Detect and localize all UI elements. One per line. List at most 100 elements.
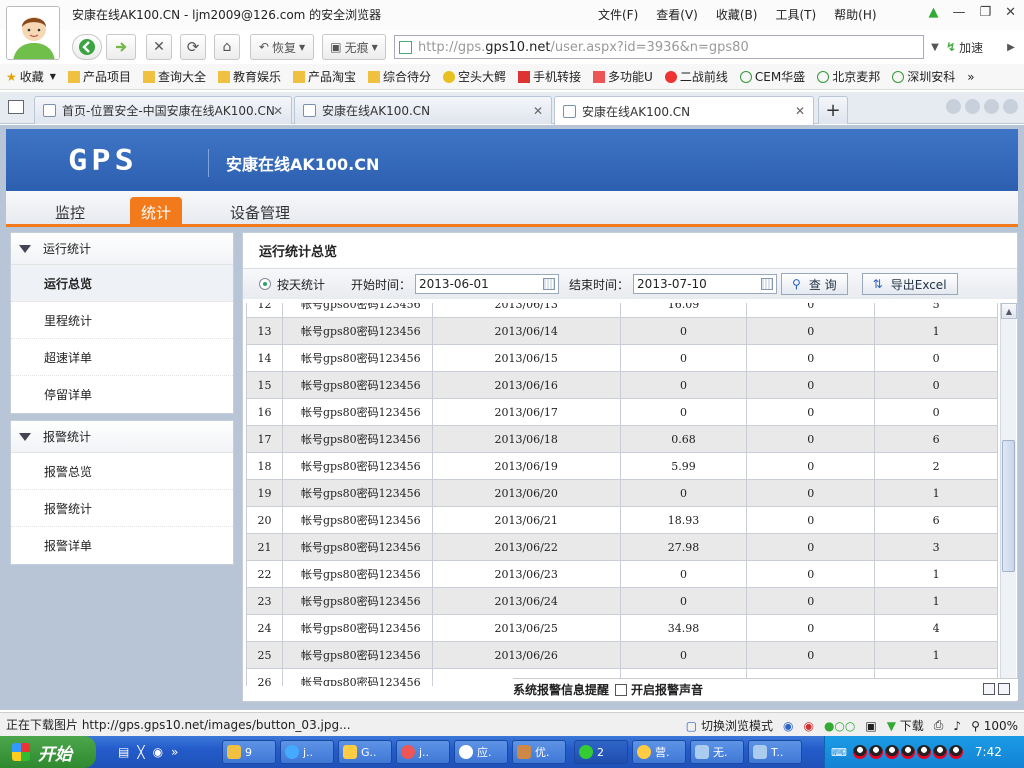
tab-menu-icon[interactable] — [984, 99, 999, 114]
screenshot-icon[interactable]: ▣ — [865, 719, 876, 733]
user-avatar[interactable] — [6, 6, 60, 60]
calendar-icon[interactable] — [761, 278, 774, 290]
maximize-button[interactable]: ❐ — [979, 5, 991, 20]
qq-icon[interactable] — [916, 745, 931, 759]
fav-item[interactable]: 二战前线 — [664, 68, 728, 85]
fav-item[interactable]: 教育娱乐 — [217, 68, 281, 85]
more-favorites-button[interactable]: » — [967, 70, 974, 84]
tab-right-icon[interactable] — [965, 99, 980, 114]
restore-button[interactable]: ↶ 恢复 ▼ — [250, 34, 314, 60]
qq-icon[interactable] — [852, 745, 867, 759]
taskbar-item[interactable]: 2 — [574, 740, 628, 764]
export-excel-button[interactable]: ⇅ 导出Excel — [861, 273, 958, 295]
fav-item[interactable]: 深圳安科 — [892, 68, 955, 85]
taskbar-item[interactable]: 9 — [222, 740, 276, 764]
tab-3[interactable]: 安康在线AK100.CN ✕ — [554, 96, 814, 125]
fav-item[interactable]: CEM华盛 — [739, 68, 805, 85]
fav-item[interactable]: 北京麦邦 — [817, 68, 880, 85]
keyboard-icon[interactable]: ⌨ — [831, 746, 847, 759]
switch-mode-button[interactable]: ▢ 切换浏览模式 — [686, 717, 773, 734]
fav-item[interactable]: 产品淘宝 — [292, 68, 356, 85]
toggle-icon[interactable]: ●○○ — [824, 719, 855, 733]
minimize-icon[interactable] — [983, 683, 995, 695]
go-button[interactable]: ▶ — [1002, 34, 1020, 60]
start-button[interactable]: 开始 — [0, 736, 96, 768]
skin-icon[interactable]: ▲ — [928, 5, 938, 20]
back-button[interactable] — [72, 34, 102, 60]
start-date-input[interactable]: 2013-06-01 — [415, 274, 560, 294]
tab-1[interactable]: 首页-位置安全-中国安康在线AK100.CN ✕ — [34, 96, 292, 124]
refresh-button[interactable]: ⟳ — [180, 34, 206, 60]
taskbar-item[interactable]: 无. — [690, 740, 744, 764]
sidebar-group-header[interactable]: 运行统计 — [11, 233, 233, 265]
sidebar-item-stay[interactable]: 停留详单 — [11, 376, 233, 413]
sidebar-item-mileage[interactable]: 里程统计 — [11, 302, 233, 339]
sidebar-group-header[interactable]: 报警统计 — [11, 421, 233, 453]
fav-item[interactable]: 查询大全 — [142, 68, 206, 85]
menu-favorites[interactable]: 收藏(B) — [716, 6, 758, 23]
menu-tools[interactable]: 工具(T) — [775, 6, 816, 23]
close-button[interactable]: ✕ — [1005, 5, 1016, 20]
scroll-thumb[interactable] — [1002, 440, 1015, 572]
forward-button[interactable] — [106, 34, 136, 60]
maximize-icon[interactable] — [998, 683, 1010, 695]
fav-item[interactable]: 综合待分 — [368, 68, 431, 85]
taskbar-item[interactable]: G.. — [338, 740, 392, 764]
qq-icon[interactable] — [932, 745, 947, 759]
volume-icon[interactable]: ♪ — [953, 719, 961, 733]
nav-device-management[interactable]: 设备管理 — [220, 197, 300, 227]
fav-item[interactable]: 空头大鳄 — [443, 68, 506, 85]
sidebar-item-overspeed[interactable]: 超速详单 — [11, 339, 233, 376]
fav-item[interactable]: 产品项目 — [67, 68, 131, 85]
menu-help[interactable]: 帮助(H) — [834, 6, 876, 23]
fav-item[interactable]: 多功能U — [593, 68, 653, 85]
close-all-icon[interactable] — [1003, 99, 1018, 114]
security-icon[interactable]: ◉ — [803, 719, 813, 733]
no-trace-button[interactable]: ▣ 无痕 ▼ — [322, 34, 386, 60]
print-icon[interactable]: ⎙ — [934, 718, 944, 733]
fav-item[interactable]: 手机转接 — [518, 68, 581, 85]
close-tab-icon[interactable]: ✕ — [533, 104, 543, 118]
favorites-menu[interactable]: ★ 收藏 ▼ — [6, 68, 56, 85]
daily-stats-radio[interactable] — [259, 278, 271, 290]
minimize-button[interactable]: — — [952, 5, 965, 20]
taskbar-item[interactable]: 营. — [632, 740, 686, 764]
scroll-up-icon[interactable]: ▲ — [1001, 303, 1017, 319]
download-button[interactable]: ▼ 下载 — [887, 717, 924, 734]
quicklaunch-icons[interactable]: ▤╳◉» — [118, 745, 186, 759]
stop-button[interactable]: ✕ — [146, 34, 172, 60]
menu-view[interactable]: 查看(V) — [656, 6, 698, 23]
alarm-sound-checkbox[interactable] — [615, 683, 628, 696]
home-button[interactable]: ⌂ — [214, 34, 240, 60]
table-scrollbar[interactable]: ▲ — [1000, 303, 1017, 687]
close-tab-icon[interactable]: ✕ — [273, 104, 283, 118]
taskbar-item[interactable]: j.. — [280, 740, 334, 764]
qq-icon[interactable] — [948, 745, 963, 759]
close-tab-icon[interactable]: ✕ — [795, 104, 805, 118]
taskbar-item[interactable]: T.. — [748, 740, 802, 764]
address-dropdown-button[interactable]: ▼ — [926, 34, 944, 60]
tab-list-icon[interactable] — [8, 100, 24, 114]
tab-left-icon[interactable] — [946, 99, 961, 114]
sidebar-item-alarm-overview[interactable]: 报警总览 — [11, 453, 233, 490]
taskbar-item[interactable]: 应. — [454, 740, 508, 764]
qq-icon[interactable] — [884, 745, 899, 759]
qq-icon[interactable] — [868, 745, 883, 759]
query-button[interactable]: ⚲ 查 询 — [781, 273, 848, 295]
zoom-control[interactable]: ⚲ 100% — [971, 719, 1018, 733]
speed-up-button[interactable]: ↯ 加速 — [946, 35, 996, 59]
menu-file[interactable]: 文件(F) — [598, 6, 638, 23]
taskbar-item[interactable]: 优. — [512, 740, 566, 764]
end-date-input[interactable]: 2013-07-10 — [633, 274, 778, 294]
taskbar-item[interactable]: j.. — [396, 740, 450, 764]
sidebar-item-running-overview[interactable]: 运行总览 — [11, 265, 233, 302]
calendar-icon[interactable] — [543, 278, 556, 290]
ie-icon[interactable]: ◉ — [783, 719, 793, 733]
qq-icon[interactable] — [900, 745, 915, 759]
address-bar[interactable]: http://gps. gps10.net/user.aspx?id=3936&n… — [394, 35, 924, 59]
nav-monitor[interactable]: 监控 — [40, 197, 100, 227]
nav-statistics[interactable]: 统计 — [130, 197, 182, 227]
tab-2[interactable]: 安康在线AK100.CN ✕ — [294, 96, 552, 124]
sidebar-item-alarm-stats[interactable]: 报警统计 — [11, 490, 233, 527]
new-tab-button[interactable]: + — [818, 96, 848, 124]
